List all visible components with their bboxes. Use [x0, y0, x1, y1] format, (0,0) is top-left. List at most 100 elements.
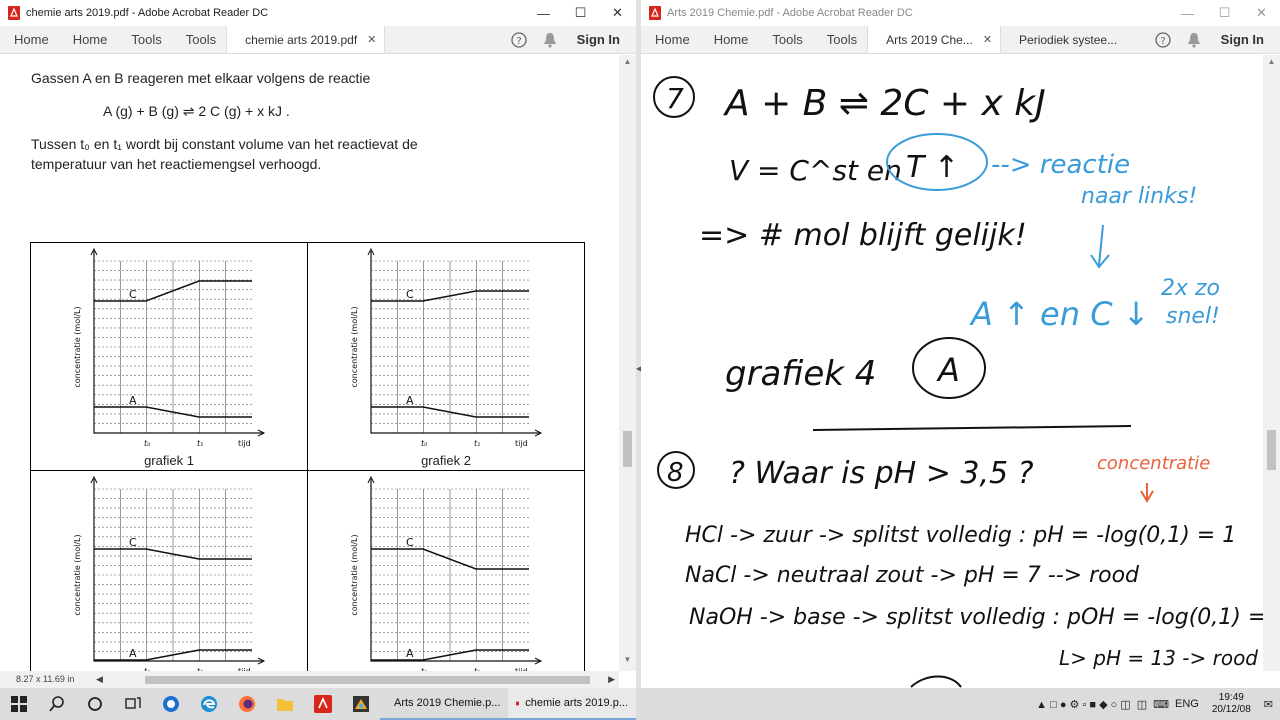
- right-vertical-scrollbar[interactable]: ▲: [1263, 55, 1280, 671]
- q8-question: ? Waar is pH > 3,5 ?: [729, 456, 1034, 491]
- app-icon-blue[interactable]: [152, 688, 190, 720]
- q7-number: 7: [666, 82, 684, 115]
- tab-close-icon[interactable]: ✕: [367, 33, 376, 46]
- minimize-icon[interactable]: —: [525, 0, 562, 26]
- y-axis-label: concentratie (mol/L): [73, 306, 82, 387]
- tools-button-2[interactable]: Tools: [172, 26, 226, 53]
- windows-taskbar: Arts 2019 Chemie.p... chemie arts 2019.p…: [0, 688, 1280, 720]
- scroll-thumb[interactable]: [1267, 430, 1276, 470]
- acrobat-pdf-icon: [649, 6, 661, 20]
- minimize-icon[interactable]: —: [1169, 0, 1206, 26]
- scroll-left-icon[interactable]: ◀: [96, 674, 103, 685]
- q8-note-red: concentratie: [1097, 453, 1210, 474]
- bell-icon[interactable]: [1179, 26, 1209, 53]
- scroll-down-icon[interactable]: ▼: [619, 655, 636, 669]
- notification-icon[interactable]: ✉: [1261, 698, 1276, 711]
- q7-T: T ↑: [906, 150, 959, 185]
- x-axis-label: tijd: [238, 439, 251, 448]
- graph-2: C At₀ t₁ tijd concentratie (mol/L) grafiek 2: [308, 243, 584, 470]
- left-horizontal-scrollbar[interactable]: 8.27 x 11.69 in ◀ ▶: [0, 671, 619, 688]
- y-axis-label: concentratie (mol/L): [350, 306, 359, 387]
- handwritten-notes-area: 7 A + B ⇌ 2C + x kJ V = C^st en T ↑ --> …: [641, 55, 1280, 688]
- t1-label: t₁: [474, 439, 480, 448]
- right-title-bar[interactable]: Arts 2019 Chemie.pdf - Adobe Acrobat Rea…: [641, 0, 1280, 26]
- tab-document[interactable]: chemie arts 2019.pdf ✕: [226, 26, 386, 53]
- graph-4: CAt₀t₁tijdconcentratie (mol/L)grafiek 4: [308, 471, 584, 688]
- language-indicator[interactable]: ENG: [1172, 698, 1202, 710]
- task-view-icon[interactable]: [114, 688, 152, 720]
- scroll-thumb[interactable]: [623, 431, 632, 467]
- file-explorer-icon[interactable]: [266, 688, 304, 720]
- edge-icon[interactable]: [190, 688, 228, 720]
- label-a: A: [406, 394, 414, 407]
- q7-answer-letter: A: [936, 351, 960, 389]
- q7-arrow-note: --> reactie: [991, 150, 1130, 180]
- maximize-icon[interactable]: ☐: [562, 0, 599, 26]
- tab-close-icon[interactable]: ✕: [983, 33, 992, 46]
- label-a: A: [406, 647, 414, 660]
- divider-line: [812, 425, 1132, 431]
- sign-in-button[interactable]: Sign In: [565, 26, 636, 53]
- scroll-up-icon[interactable]: ▲: [1263, 57, 1280, 71]
- cortana-icon[interactable]: [76, 688, 114, 720]
- q8-line2: NaCl -> neutraal zout -> pH = 7 --> rood: [685, 563, 1140, 588]
- tools-button[interactable]: Tools: [117, 26, 171, 53]
- acrobat-taskbar-icon[interactable]: [304, 688, 342, 720]
- q7-answer: grafiek 4: [725, 354, 876, 394]
- question-line2: Tussen t₀ en t₁ wordt bij constant volum…: [31, 136, 418, 152]
- maximize-icon[interactable]: ☐: [1206, 0, 1243, 26]
- graph-caption: grafiek 2: [421, 453, 471, 468]
- window-title: Arts 2019 Chemie.pdf - Adobe Acrobat Rea…: [667, 7, 913, 19]
- network-icon[interactable]: ◫: [1134, 698, 1150, 711]
- clock[interactable]: 19:49 20/12/08: [1202, 692, 1261, 716]
- page-size-label: 8.27 x 11.69 in: [16, 674, 75, 684]
- windows-start-icon[interactable]: [0, 688, 38, 720]
- search-icon[interactable]: [38, 688, 76, 720]
- tools-button[interactable]: Tools: [758, 26, 812, 53]
- keyboard-icon[interactable]: ⌨: [1150, 698, 1172, 711]
- graph-caption: grafiek 1: [144, 453, 194, 468]
- red-arrow: [1140, 483, 1154, 503]
- label-c: C: [406, 536, 414, 549]
- question-line3: temperatuur van het reactiemengsel verho…: [31, 156, 322, 172]
- app-icon-colorful[interactable]: [342, 688, 380, 720]
- home-button[interactable]: Home: [0, 26, 59, 53]
- left-vertical-scrollbar[interactable]: ▲ ▼: [619, 55, 636, 671]
- down-arrow: [1090, 224, 1110, 269]
- scroll-right-icon[interactable]: ▶: [608, 674, 615, 685]
- firefox-icon[interactable]: [228, 688, 266, 720]
- tools-button-2[interactable]: Tools: [813, 26, 867, 53]
- label-a: A: [129, 394, 137, 407]
- tab-periodiek[interactable]: Periodiek systee...: [1001, 26, 1126, 53]
- q7-result-blue3: snel!: [1166, 304, 1220, 329]
- clock-date: 20/12/08: [1211, 704, 1251, 715]
- q8-line1: HCl -> zuur -> splitst volledig : pH = -…: [685, 523, 1236, 548]
- h-scroll-thumb[interactable]: [145, 676, 590, 684]
- tray-icons[interactable]: ▲ □ ● ⚙ ▫ ■ ◆ ○ ◫: [1033, 698, 1134, 711]
- home-button[interactable]: Home: [641, 26, 700, 53]
- taskbar-task-arts-2019[interactable]: Arts 2019 Chemie.p...: [380, 688, 508, 720]
- tab-document[interactable]: Arts 2019 Che... ✕: [867, 26, 1002, 53]
- right-toolbar: Home Home Tools Tools Arts 2019 Che... ✕ …: [641, 26, 1280, 54]
- graph-3: CAt₀t₁tijdconcentratie (mol/L)grafiek 3: [31, 471, 307, 688]
- q7-result-blue2: 2x zo: [1161, 276, 1220, 301]
- taskbar-task-chemie-arts[interactable]: chemie arts 2019.p...: [508, 688, 636, 720]
- tab-label: chemie arts 2019.pdf: [245, 32, 358, 47]
- bell-icon[interactable]: [535, 26, 565, 53]
- t0-label: t₀: [421, 439, 428, 448]
- sign-in-button[interactable]: Sign In: [1209, 26, 1280, 53]
- left-title-bar[interactable]: chemie arts 2019.pdf - Adobe Acrobat Rea…: [0, 0, 636, 26]
- close-icon[interactable]: ✕: [599, 0, 636, 26]
- q7-line3: => # mol blijft gelijk!: [699, 218, 1027, 253]
- x-axis-label: tijd: [515, 439, 528, 448]
- y-axis-label: concentratie (mol/L): [73, 534, 82, 615]
- q7-line2: V = C^st en: [729, 154, 902, 187]
- help-icon[interactable]: ?: [503, 26, 535, 53]
- home-button-2[interactable]: Home: [700, 26, 759, 53]
- help-icon[interactable]: ?: [1147, 26, 1179, 53]
- q7-result-blue: A ↑ en C ↓: [969, 295, 1150, 333]
- svg-text:?: ?: [516, 36, 521, 47]
- close-icon[interactable]: ✕: [1243, 0, 1280, 26]
- scroll-up-icon[interactable]: ▲: [619, 57, 636, 71]
- home-button-2[interactable]: Home: [59, 26, 118, 53]
